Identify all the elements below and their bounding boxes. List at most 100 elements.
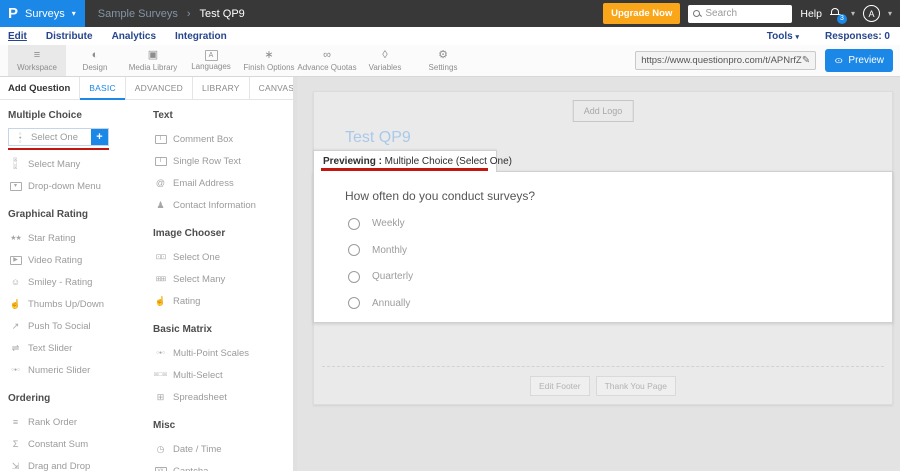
- question-type-ordering-constant-sum[interactable]: ΣConstant Sum: [8, 433, 144, 455]
- toolbar-item-languages[interactable]: ALanguages: [182, 45, 240, 76]
- radio-button-icon[interactable]: [348, 271, 360, 283]
- question-type-label: Captcha: [173, 466, 208, 471]
- question-type-multiple-choice-select-one[interactable]: ○●○Select One+: [8, 128, 109, 146]
- question-text[interactable]: How often do you conduct surveys?: [345, 189, 892, 203]
- preview-button[interactable]: ⊙ Preview: [825, 49, 893, 72]
- search-input[interactable]: [705, 8, 787, 19]
- breadcrumb: Sample Surveys › Test QP9: [98, 8, 245, 20]
- panel-tab-advanced[interactable]: ADVANCED: [125, 77, 192, 99]
- chevron-down-icon[interactable]: ▾: [851, 9, 855, 18]
- toolbar-right: ✎ ⊙ Preview: [635, 45, 900, 76]
- question-type-image-chooser-select-one[interactable]: ⊡⊡Select One: [153, 246, 289, 268]
- section-title: Misc: [153, 420, 289, 431]
- sigma-icon: Σ: [8, 440, 23, 449]
- toolbar-item-design[interactable]: ◐Design: [66, 45, 124, 76]
- answer-option-quarterly[interactable]: Quarterly: [348, 271, 892, 283]
- drag-drop-icon: ⇲: [8, 462, 23, 471]
- toolbar-item-media-library[interactable]: ▣Media Library: [124, 45, 182, 76]
- tools-dropdown[interactable]: Tools ▾: [767, 31, 799, 42]
- nav-tab-analytics[interactable]: Analytics: [112, 31, 156, 42]
- toolbar-item-label: Workspace: [17, 63, 57, 72]
- question-type-ordering-drag-and-drop[interactable]: ⇲Drag and Drop: [8, 455, 144, 471]
- thank-you-page-button[interactable]: Thank You Page: [596, 376, 676, 396]
- question-type-graphical-rating-text-slider[interactable]: ⇌Text Slider: [8, 337, 144, 359]
- nav-tab-edit[interactable]: Edit: [8, 31, 27, 42]
- section-title: Graphical Rating: [8, 209, 144, 220]
- question-type-label: Multi-Select: [173, 370, 223, 381]
- question-type-graphical-rating-push-to-social[interactable]: ↗Push To Social: [8, 315, 144, 337]
- question-type-graphical-rating-smiley-rating[interactable]: ☺Smiley - Rating: [8, 271, 144, 293]
- footer-buttons: Edit Footer Thank You Page: [314, 376, 892, 396]
- notifications-button[interactable]: 3: [830, 7, 843, 21]
- question-type-misc-captcha[interactable]: vxCaptcha: [153, 460, 289, 471]
- panel-tab-library[interactable]: LIBRARY: [192, 77, 249, 99]
- survey-title[interactable]: Test QP9: [345, 129, 411, 147]
- edit-url-icon[interactable]: ✎: [802, 55, 810, 66]
- toolbar-item-workspace[interactable]: ≡Workspace: [8, 45, 66, 76]
- question-type-multiple-choice-select-many[interactable]: ☒☐☒Select Many: [8, 153, 144, 175]
- question-type-text-comment-box[interactable]: IComment Box: [153, 128, 289, 150]
- question-type-basic-matrix-multi-point-scales[interactable]: ○●○Multi-Point Scales: [153, 342, 289, 364]
- search-box[interactable]: [688, 5, 792, 23]
- upgrade-now-button[interactable]: Upgrade Now: [603, 3, 680, 24]
- rank-order-icon: ≡: [8, 418, 23, 427]
- question-type-graphical-rating-star-rating[interactable]: ★★Star Rating: [8, 227, 144, 249]
- toolbar-item-label: Languages: [191, 62, 231, 71]
- add-question-plus-button[interactable]: +: [91, 129, 108, 145]
- nav-tab-integration[interactable]: Integration: [175, 31, 227, 42]
- survey-url-field[interactable]: ✎: [635, 51, 816, 70]
- question-type-text-email-address[interactable]: @Email Address: [153, 172, 289, 194]
- smiley-icon: ☺: [8, 278, 23, 287]
- question-type-text-single-row-text[interactable]: ISingle Row Text: [153, 150, 289, 172]
- surveys-menu-button[interactable]: P Surveys ▾: [0, 0, 85, 27]
- nav-tab-distribute[interactable]: Distribute: [46, 31, 93, 42]
- add-logo-button[interactable]: Add Logo: [573, 100, 634, 122]
- question-type-label: Comment Box: [173, 134, 233, 145]
- panel-tab-basic[interactable]: BASIC: [79, 77, 125, 99]
- question-type-graphical-rating-thumbs-up-down[interactable]: ☝Thumbs Up/Down: [8, 293, 144, 315]
- nav-tabs: Edit Distribute Analytics Integration: [8, 31, 227, 42]
- avatar[interactable]: A: [863, 5, 880, 22]
- help-link[interactable]: Help: [800, 8, 822, 20]
- question-type-ordering-rank-order[interactable]: ≡Rank Order: [8, 411, 144, 433]
- answer-option-monthly[interactable]: Monthly: [348, 244, 892, 256]
- question-type-column-1: Multiple Choice○●○Select One+☒☐☒Select M…: [8, 102, 144, 471]
- answer-option-annually[interactable]: Annually: [348, 297, 892, 309]
- answer-option-weekly[interactable]: Weekly: [348, 218, 892, 230]
- radio-button-icon[interactable]: [348, 244, 360, 256]
- breadcrumb-current: Test QP9: [200, 8, 245, 20]
- question-type-basic-matrix-spreadsheet[interactable]: ⊞Spreadsheet: [153, 386, 289, 408]
- dropdown-icon: ▾: [10, 182, 22, 191]
- question-type-label: Select One: [31, 132, 78, 143]
- panel-tab-canvas[interactable]: CANVAS: [249, 77, 297, 99]
- chevron-down-icon: ▾: [72, 9, 76, 18]
- question-type-multiple-choice-drop-down-menu[interactable]: ▾Drop-down Menu: [8, 175, 144, 197]
- radio-button-icon[interactable]: [348, 297, 360, 309]
- toolbar-item-variables[interactable]: ◊Variables: [356, 45, 414, 76]
- previewing-label: Previewing :: [323, 156, 382, 167]
- question-type-graphical-rating-video-rating[interactable]: ▶Video Rating: [8, 249, 144, 271]
- radio-button-icon[interactable]: [348, 218, 360, 230]
- toolbar-item-advance-quotas[interactable]: ∞Advance Quotas: [298, 45, 356, 76]
- question-type-misc-date-time[interactable]: ◷Date / Time: [153, 438, 289, 460]
- answer-option-label: Weekly: [372, 218, 405, 229]
- footer-separator: [322, 366, 884, 367]
- question-type-label: Select One: [173, 252, 220, 263]
- single-row-icon: I: [155, 157, 167, 166]
- responses-count[interactable]: Responses: 0: [825, 31, 890, 42]
- question-type-column-2: TextIComment BoxISingle Row Text@Email A…: [153, 102, 289, 471]
- chevron-down-icon[interactable]: ▾: [888, 9, 892, 18]
- question-type-image-chooser-select-many[interactable]: ⊞⊞Select Many: [153, 268, 289, 290]
- add-question-panel: Add Question BASICADVANCEDLIBRARYCANVAS …: [0, 77, 297, 471]
- toolbar-item-finish-options[interactable]: ∗Finish Options: [240, 45, 298, 76]
- previewing-value: Multiple Choice (Select One): [382, 156, 512, 167]
- edit-footer-button[interactable]: Edit Footer: [530, 376, 590, 396]
- question-type-image-chooser-rating[interactable]: ☝Rating: [153, 290, 289, 312]
- toolbar-item-settings[interactable]: ⚙Settings: [414, 45, 472, 76]
- breadcrumb-parent[interactable]: Sample Surveys: [98, 8, 178, 20]
- survey-url-input[interactable]: [641, 55, 802, 66]
- question-type-basic-matrix-multi-select[interactable]: ☒☐☒Multi-Select: [153, 364, 289, 386]
- question-type-text-contact-information[interactable]: ♟Contact Information: [153, 194, 289, 216]
- question-type-graphical-rating-numeric-slider[interactable]: ○●○Numeric Slider: [8, 359, 144, 381]
- question-preview-panel: Previewing : Multiple Choice (Select One…: [313, 171, 893, 323]
